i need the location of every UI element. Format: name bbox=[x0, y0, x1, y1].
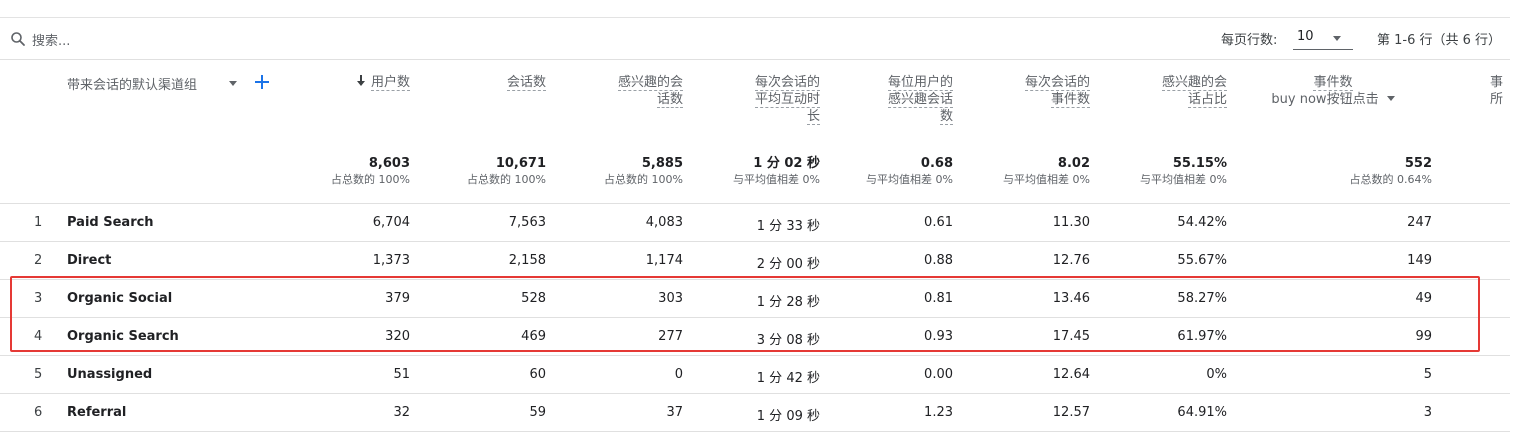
column-header-sessions[interactable]: 会话数 bbox=[440, 74, 546, 91]
chevron-down-icon[interactable] bbox=[229, 81, 237, 86]
chevron-down-icon bbox=[1333, 36, 1341, 41]
column-header-avg-engagement-time[interactable]: 每次会话的 平均互动时 长 bbox=[720, 74, 820, 125]
chevron-down-icon bbox=[1386, 96, 1395, 101]
cell-users: 32 bbox=[393, 405, 410, 420]
cell-users: 1,373 bbox=[372, 253, 410, 268]
cell-events-per-session: 12.57 bbox=[1052, 405, 1090, 420]
table-row[interactable]: 2 Direct 1,373 2,158 1,174 2 分 00 秒 0.88… bbox=[0, 241, 1510, 279]
table-toolbar: 搜索... 每页行数: 10 第 1-6 行（共 6 行） bbox=[0, 18, 1510, 60]
cell-sessions: 59 bbox=[529, 405, 546, 420]
table-row[interactable]: 5 Unassigned 51 60 0 1 分 42 秒 0.00 12.64… bbox=[0, 355, 1510, 393]
cell-sessions: 60 bbox=[529, 367, 546, 382]
column-header-engagement-rate[interactable]: 感兴趣的会 话占比 bbox=[1125, 74, 1227, 108]
column-header-users[interactable]: 用户数 bbox=[300, 74, 410, 91]
column-header-events-per-session[interactable]: 每次会话的 事件数 bbox=[990, 74, 1090, 108]
cell-event-count: 247 bbox=[1407, 215, 1432, 230]
cell-engaged-sessions: 1,174 bbox=[645, 253, 683, 268]
table-row[interactable]: 1 Paid Search 6,704 7,563 4,083 1 分 33 秒… bbox=[0, 203, 1510, 241]
cell-engaged-sessions: 37 bbox=[666, 405, 683, 420]
column-header-engaged-sessions[interactable]: 感兴趣的会 话数 bbox=[580, 74, 683, 108]
cell-avg-engagement-time: 1 分 09 秒 bbox=[756, 409, 820, 424]
rows-per-page-label: 每页行数: bbox=[1221, 33, 1278, 48]
total-avg-engagement-time: 1 分 02 秒 与平均值相差 0% bbox=[733, 156, 820, 186]
cell-engaged-sessions: 0 bbox=[674, 367, 683, 382]
table-row[interactable]: 6 Referral 32 59 37 1 分 09 秒 1.23 12.57 … bbox=[0, 393, 1510, 431]
cell-engaged-per-user: 1.23 bbox=[924, 405, 953, 420]
add-dimension-plus-icon[interactable] bbox=[254, 74, 270, 90]
cell-engagement-rate: 64.91% bbox=[1177, 405, 1227, 420]
cell-engagement-rate: 54.42% bbox=[1177, 215, 1227, 230]
channel-name: Referral bbox=[67, 405, 127, 420]
search-input[interactable]: 搜索... bbox=[32, 30, 70, 49]
event-filter-select[interactable]: buy now按钮点击 bbox=[1271, 92, 1395, 107]
total-engaged-sessions-per-user: 0.68 与平均值相差 0% bbox=[866, 156, 953, 186]
row-index: 5 bbox=[34, 367, 43, 382]
row-index: 1 bbox=[34, 215, 43, 230]
channel-name: Paid Search bbox=[67, 215, 154, 230]
cell-avg-engagement-time: 2 分 00 秒 bbox=[756, 257, 820, 272]
cell-users: 51 bbox=[393, 367, 410, 382]
highlight-box bbox=[10, 276, 1480, 352]
row-index: 2 bbox=[34, 253, 43, 268]
search-icon[interactable] bbox=[10, 31, 26, 47]
cell-events-per-session: 11.30 bbox=[1052, 215, 1090, 230]
cell-engaged-per-user: 0.61 bbox=[924, 215, 953, 230]
column-header-cut-off[interactable]: 事 所 bbox=[1490, 74, 1510, 108]
rows-per-page-value: 10 bbox=[1297, 29, 1314, 44]
total-event-count: 552 占总数的 0.64% bbox=[1349, 156, 1432, 186]
sort-down-arrow-icon bbox=[355, 75, 367, 87]
cell-engagement-rate: 0% bbox=[1206, 367, 1227, 382]
cell-sessions: 7,563 bbox=[508, 215, 546, 230]
total-sessions: 10,671 占总数的 100% bbox=[467, 156, 546, 186]
cell-users: 6,704 bbox=[372, 215, 410, 230]
cell-event-count: 3 bbox=[1423, 405, 1432, 420]
cell-avg-engagement-time: 1 分 42 秒 bbox=[756, 371, 820, 386]
pagination-info: 第 1-6 行（共 6 行） bbox=[1377, 33, 1502, 48]
row-index: 6 bbox=[34, 405, 43, 420]
cell-engaged-per-user: 0.00 bbox=[924, 367, 953, 382]
cell-sessions: 2,158 bbox=[508, 253, 546, 268]
dimension-header[interactable]: 带来会话的默认渠道组 bbox=[67, 74, 197, 93]
cell-engaged-sessions: 4,083 bbox=[645, 215, 683, 230]
total-engaged-sessions: 5,885 占总数的 100% bbox=[604, 156, 683, 186]
total-engagement-rate: 55.15% 与平均值相差 0% bbox=[1140, 156, 1227, 186]
cell-events-per-session: 12.76 bbox=[1052, 253, 1090, 268]
total-users: 8,603 占总数的 100% bbox=[331, 156, 410, 186]
total-events-per-session: 8.02 与平均值相差 0% bbox=[1003, 156, 1090, 186]
cell-engagement-rate: 55.67% bbox=[1177, 253, 1227, 268]
column-header-event-count[interactable]: 事件数 buy now按钮点击 bbox=[1268, 74, 1398, 108]
cell-event-count: 5 bbox=[1423, 367, 1432, 382]
cell-engaged-per-user: 0.88 bbox=[924, 253, 953, 268]
channel-name: Direct bbox=[67, 253, 112, 268]
channel-name: Unassigned bbox=[67, 367, 153, 382]
rows-per-page-select[interactable]: 10 bbox=[1293, 26, 1353, 50]
bottom-divider bbox=[0, 431, 1510, 432]
column-header-engaged-sessions-per-user[interactable]: 每位用户的 感兴趣会话 数 bbox=[850, 74, 953, 125]
cell-event-count: 149 bbox=[1407, 253, 1432, 268]
cell-events-per-session: 12.64 bbox=[1052, 367, 1090, 382]
cell-avg-engagement-time: 1 分 33 秒 bbox=[756, 219, 820, 234]
